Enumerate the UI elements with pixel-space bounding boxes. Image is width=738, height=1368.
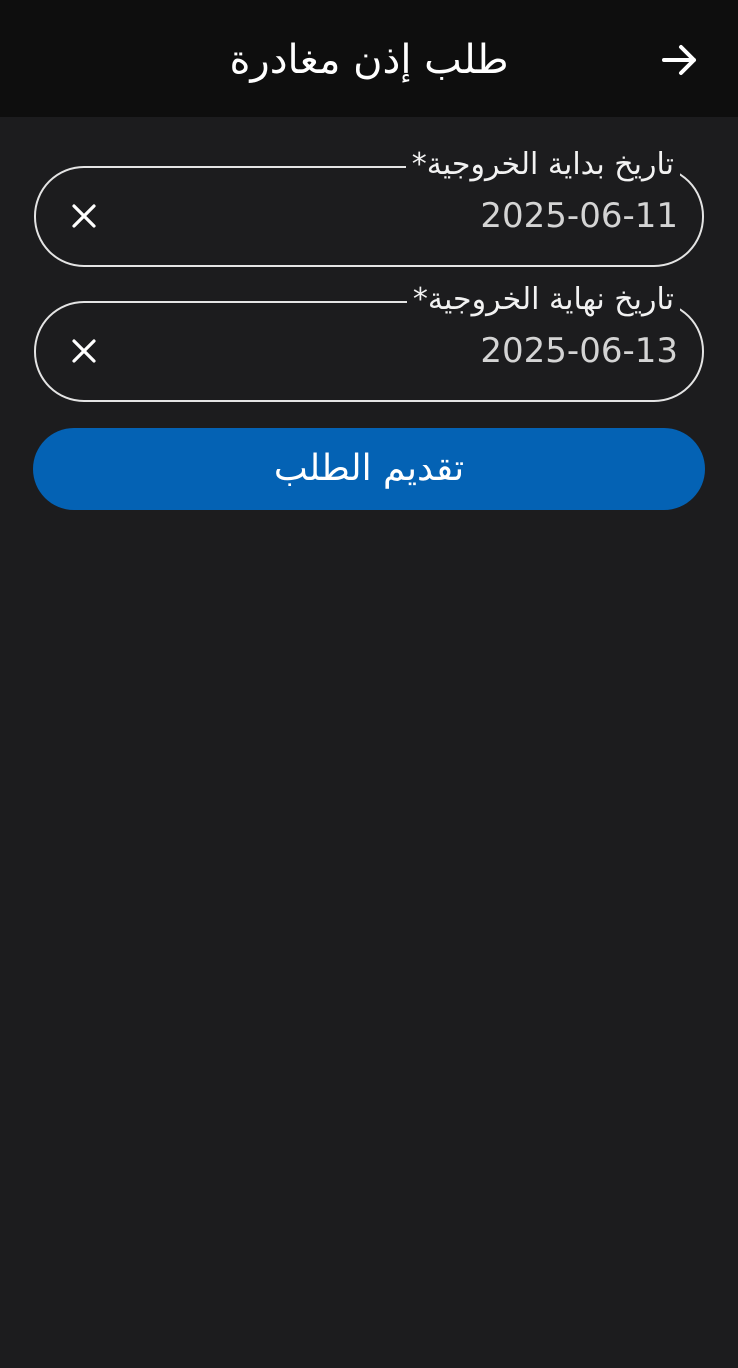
clear-start-date-button[interactable] — [64, 196, 104, 236]
arrow-right-icon — [662, 45, 696, 75]
page-title: طلب إذن مغادرة — [229, 37, 509, 83]
close-icon — [72, 339, 96, 363]
end-date-label: تاريخ نهاية الخروجية* — [406, 279, 680, 321]
close-icon — [72, 204, 96, 228]
submit-request-button[interactable]: تقديم الطلب — [33, 428, 705, 510]
clear-end-date-button[interactable] — [64, 331, 104, 371]
back-button[interactable] — [656, 36, 704, 84]
start-date-field[interactable]: تاريخ بداية الخروجية* 2025-06-11 — [34, 144, 704, 267]
app-bar: طلب إذن مغادرة — [0, 0, 738, 117]
end-date-field[interactable]: تاريخ نهاية الخروجية* 2025-06-13 — [34, 279, 704, 402]
end-date-value: 2025-06-13 — [480, 331, 678, 371]
start-date-value: 2025-06-11 — [480, 196, 678, 236]
start-date-label: تاريخ بداية الخروجية* — [405, 144, 680, 186]
